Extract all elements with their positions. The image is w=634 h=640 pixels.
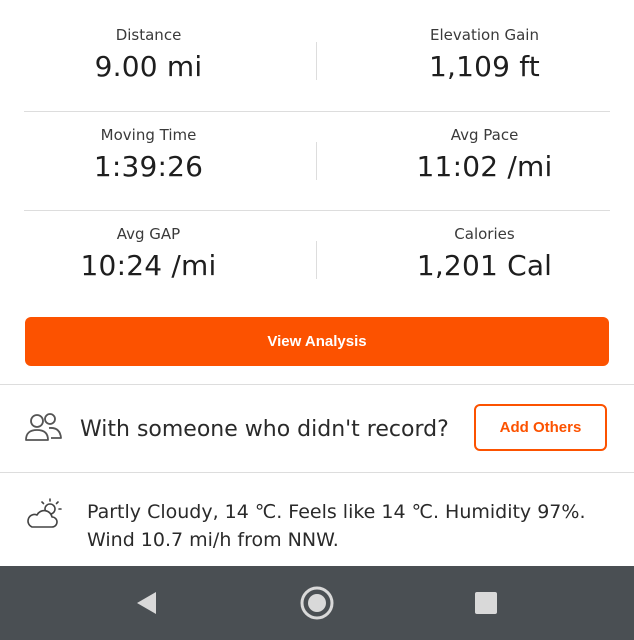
recents-icon [475,592,497,614]
stat-value: 1:39:26 [93,150,204,183]
stat-value: 1,109 ft [428,50,540,83]
stat-row: Avg GAP 10:24 /mi Calories 1,201 Cal [0,199,634,298]
weather-summary: Partly Cloudy, 14 ℃. Feels like 14 ℃. Hu… [87,501,586,551]
view-analysis-button[interactable]: View Analysis [25,317,609,366]
home-button[interactable] [294,566,340,640]
stat-distance: Distance 9.00 mi [0,0,307,83]
stat-value: 11:02 /mi [416,150,553,183]
stat-value: 1,201 Cal [416,249,553,282]
stat-label: Avg GAP [116,225,181,243]
stat-value: 9.00 mi [94,50,203,83]
stat-value: 10:24 /mi [80,249,217,282]
vertical-divider [316,241,317,279]
stat-avg-gap: Avg GAP 10:24 /mi [0,199,307,282]
section-divider [0,472,634,473]
stat-label: Distance [115,26,182,44]
stat-avg-pace: Avg Pace 11:02 /mi [326,100,634,183]
add-others-button[interactable]: Add Others [474,404,607,451]
back-button[interactable] [124,566,168,640]
stat-label: Avg Pace [450,126,519,144]
activity-stats: Distance 9.00 mi Elevation Gain 1,109 ft… [0,0,634,282]
stat-label: Moving Time [100,126,197,144]
back-icon [137,592,156,614]
stat-calories: Calories 1,201 Cal [326,199,634,282]
vertical-divider [316,142,317,180]
stat-row: Moving Time 1:39:26 Avg Pace 11:02 /mi [0,100,634,199]
stat-label: Elevation Gain [430,26,539,44]
stat-moving-time: Moving Time 1:39:26 [0,100,307,183]
home-icon [300,586,334,620]
recents-button[interactable] [464,566,508,640]
section-divider [0,384,634,385]
people-icon [25,413,62,441]
partly-cloudy-icon [27,498,62,528]
stat-label: Calories [454,225,515,243]
record-with-others-prompt: With someone who didn't record? [80,417,449,442]
stat-elevation-gain: Elevation Gain 1,109 ft [326,0,634,83]
system-navigation-bar [0,566,634,640]
stat-row: Distance 9.00 mi Elevation Gain 1,109 ft [0,0,634,99]
vertical-divider [316,42,317,80]
